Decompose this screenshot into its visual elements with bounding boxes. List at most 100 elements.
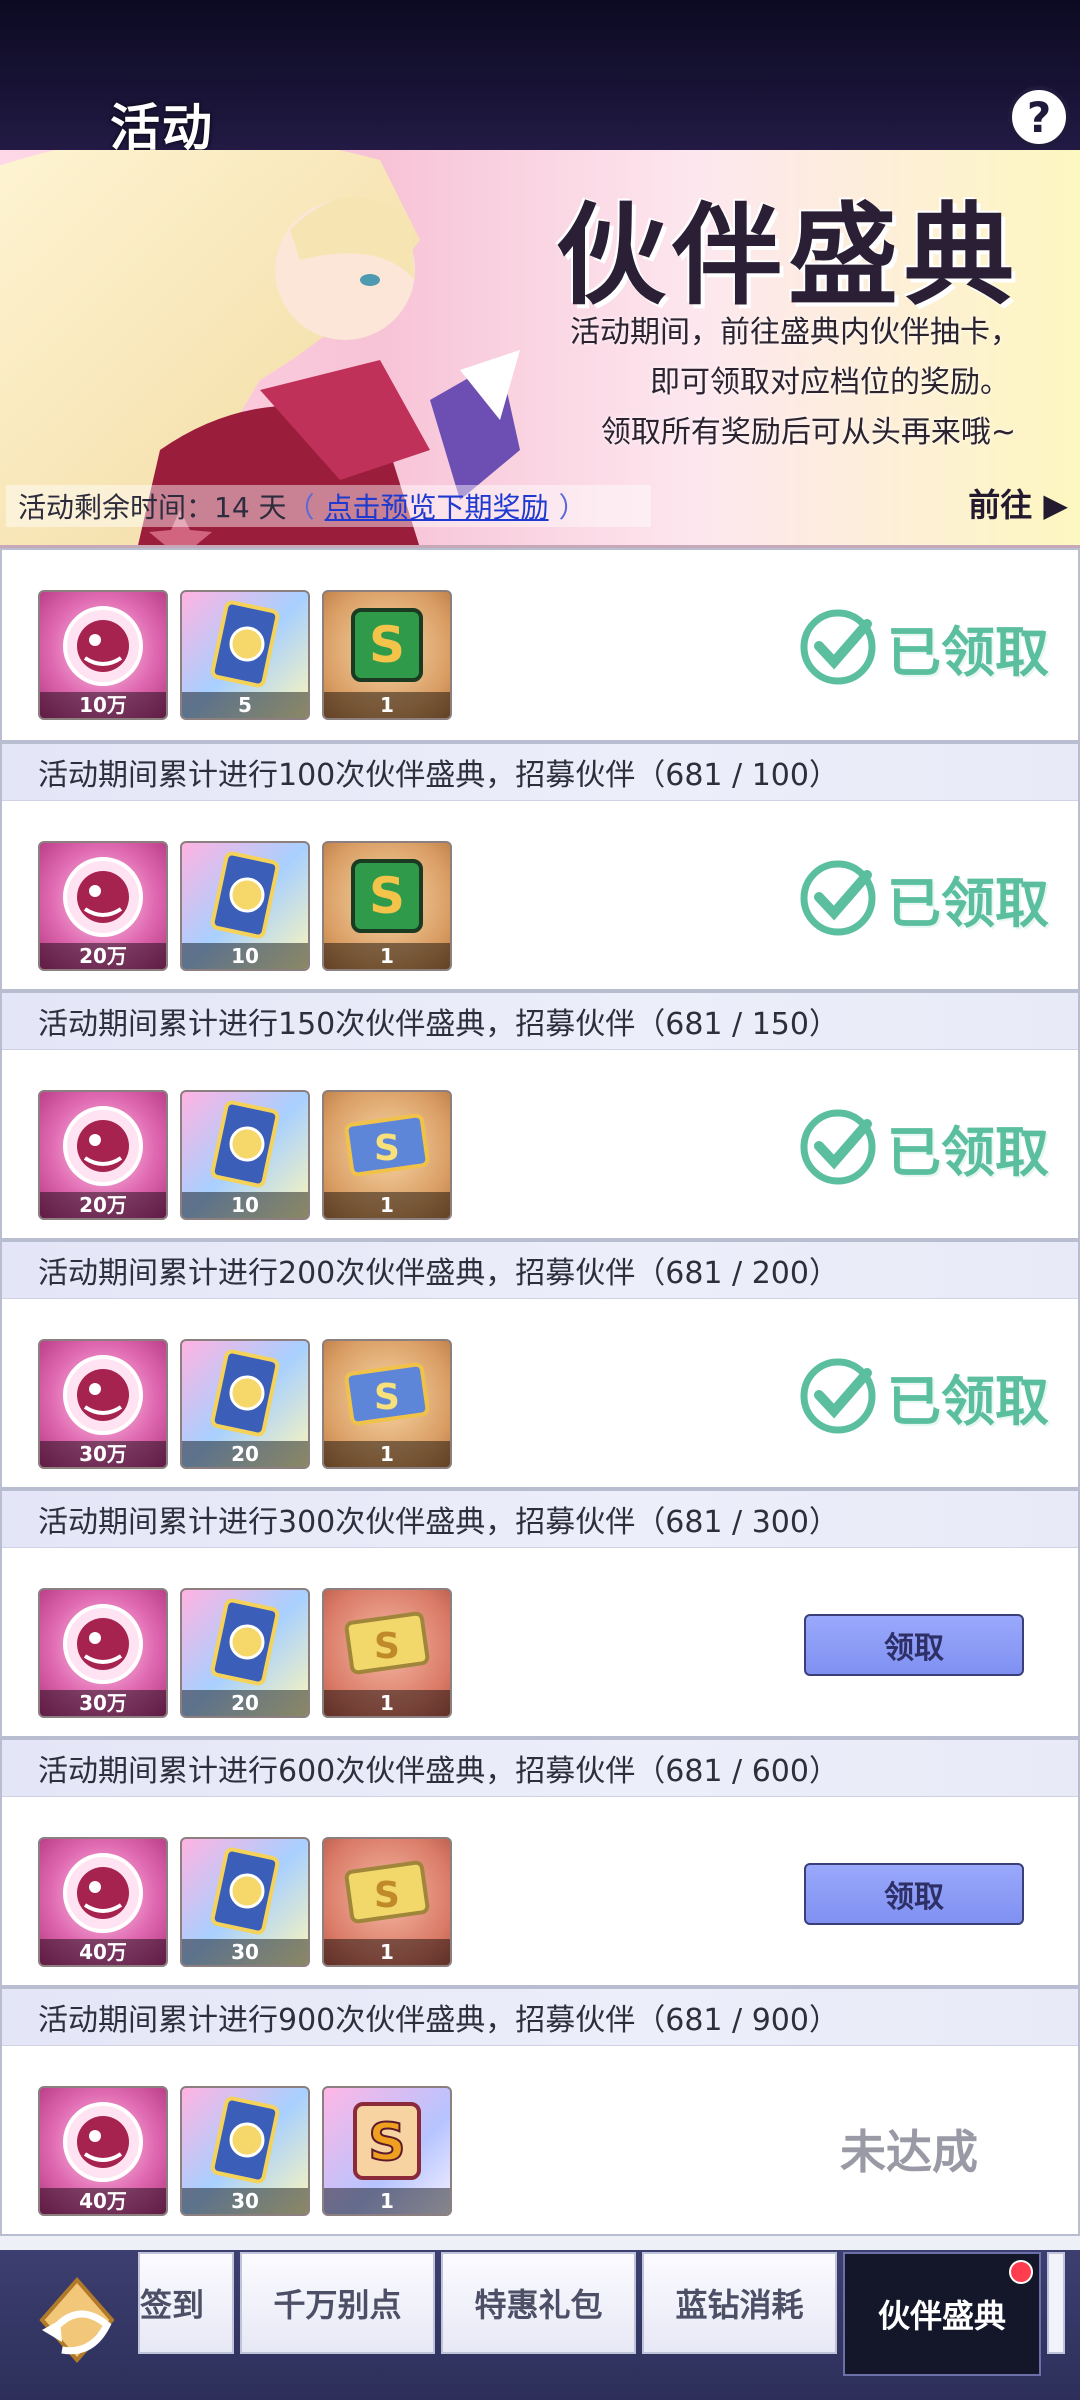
reward-items: 40万 30 S 1 (38, 2086, 452, 2216)
question-icon[interactable]: ? (1008, 86, 1070, 148)
tab-dont-click[interactable]: 千万别点 (240, 2252, 435, 2354)
tier-body: 40万 30 S 1 领取 (2, 1797, 1078, 1985)
reward-item[interactable]: 30万 (38, 1339, 168, 1469)
reward-items: 40万 30 S 1 (38, 1837, 452, 1967)
reward-item[interactable]: S1 (322, 590, 452, 720)
tab-overflow-edge (1047, 2252, 1065, 2354)
reward-item[interactable]: 20 (180, 1588, 310, 1718)
reward-item[interactable]: 30万 (38, 1588, 168, 1718)
reward-quantity: 30 (182, 1939, 308, 1965)
reward-item[interactable]: 20 (180, 1339, 310, 1469)
reward-item[interactable]: S1 (322, 841, 452, 971)
reward-item[interactable]: S1 (322, 1837, 452, 1967)
chevron-right-icon: ▶ (1043, 486, 1068, 524)
back-arrow-icon[interactable] (22, 2270, 132, 2380)
reward-item[interactable]: 40万 (38, 2086, 168, 2216)
notification-dot (1009, 2260, 1033, 2284)
reward-quantity: 20万 (40, 1192, 166, 1218)
reward-tier-card: 10万 5 S 1 已领取 (0, 548, 1080, 742)
tab-sign-in[interactable]: 签到 (138, 2252, 234, 2354)
reward-tier-card: 活动期间累计进行900次伙伴盛典，招募伙伴（681 / 900） 40万 30 S 1 未… (0, 1987, 1080, 2236)
banner-title: 伙伴盛典 (556, 192, 1020, 320)
tab-label: 签到 (140, 2286, 205, 2324)
banner-desc-line-2: 即可领取对应档位的奖励。 (650, 365, 1010, 400)
reward-quantity: 5 (182, 692, 308, 718)
claimed-label: 已领取 (887, 871, 1049, 935)
reward-list[interactable]: 10万 5 S 1 已领取 活动期间累计进行100次伙伴盛典，招募伙伴（681 / 100… (0, 548, 1080, 2236)
reward-tier-card: 活动期间累计进行100次伙伴盛典，招募伙伴（681 / 100） 20万 10 S 1 已… (0, 742, 1080, 991)
reward-items: 30万 20 S 1 (38, 1339, 452, 1469)
svg-text:S: S (374, 1626, 400, 1667)
tier-body: 30万 20 S 1 领取 (2, 1548, 1078, 1736)
claim-button[interactable]: 领取 (804, 1614, 1024, 1676)
reward-quantity: 1 (324, 943, 450, 969)
countdown-bar: 活动剩余时间：14 天 （ 点击预览下期奖励 ） (6, 485, 651, 527)
reward-quantity: 1 (324, 692, 450, 718)
tier-body: 20万 10 S 1 已领取 (2, 1050, 1078, 1238)
claim-button[interactable]: 领取 (804, 1863, 1024, 1925)
reward-tier-card: 活动期间累计进行600次伙伴盛典，招募伙伴（681 / 600） 40万 30 S 1 领… (0, 1738, 1080, 1987)
claimed-status: 已领取 (797, 606, 1049, 688)
reward-quantity: 1 (324, 1192, 450, 1218)
tab-blue-diamond[interactable]: 蓝钻消耗 (642, 2252, 837, 2354)
claimed-label: 已领取 (887, 1369, 1049, 1433)
svg-text:S: S (374, 1875, 400, 1916)
reward-quantity: 1 (324, 2188, 450, 2214)
reward-item[interactable]: S1 (322, 1090, 452, 1220)
claimed-label: 已领取 (887, 620, 1049, 684)
paren-open: （ (286, 491, 315, 524)
reward-quantity: 10 (182, 1192, 308, 1218)
claimed-status: 已领取 (797, 1355, 1049, 1437)
tab-label: 特惠礼包 (474, 2286, 603, 2324)
tier-requirement-header: 活动期间累计进行600次伙伴盛典，招募伙伴（681 / 600） (2, 1740, 1078, 1797)
bottom-nav: 签到 千万别点 特惠礼包 蓝钻消耗 伙伴盛典 (0, 2250, 1080, 2400)
tier-body: 40万 30 S 1 未达成 (2, 2046, 1078, 2234)
tier-requirement-header: 活动期间累计进行100次伙伴盛典，招募伙伴（681 / 100） (2, 744, 1078, 801)
reward-item[interactable]: 20万 (38, 841, 168, 971)
reward-item[interactable]: 30 (180, 1837, 310, 1967)
tier-body: 30万 20 S 1 已领取 (2, 1299, 1078, 1487)
banner-desc-line-3: 领取所有奖励后可从头再来哦~ (600, 415, 1016, 450)
tier-requirement-header: 活动期间累计进行150次伙伴盛典，招募伙伴（681 / 150） (2, 993, 1078, 1050)
tab-special-gift[interactable]: 特惠礼包 (441, 2252, 636, 2354)
tab-label: 伙伴盛典 (877, 2297, 1006, 2335)
svg-text:S: S (369, 867, 405, 925)
reward-tier-card: 活动期间累计进行300次伙伴盛典，招募伙伴（681 / 300） 30万 20 S 1 领… (0, 1489, 1080, 1738)
claimed-status: 已领取 (797, 1106, 1049, 1188)
reward-quantity: 10 (182, 943, 308, 969)
claimed-status: 已领取 (797, 857, 1049, 939)
svg-text:S: S (374, 1128, 400, 1169)
reward-item[interactable]: S1 (322, 2086, 452, 2216)
reward-item[interactable]: 10万 (38, 590, 168, 720)
preview-next-rewards-link[interactable]: 点击预览下期奖励 (325, 486, 549, 526)
claimed-label: 已领取 (887, 1120, 1049, 1184)
reward-quantity: 30万 (40, 1441, 166, 1467)
help-label: ? (1026, 92, 1052, 142)
reward-item[interactable]: 40万 (38, 1837, 168, 1967)
goto-button[interactable]: 前往 ▶ (968, 480, 1068, 526)
top-bar: 活动 ? (0, 0, 1080, 157)
reward-items: 10万 5 S 1 (38, 590, 452, 720)
tier-body: 10万 5 S 1 已领取 (2, 550, 1078, 740)
reward-item[interactable]: 30 (180, 2086, 310, 2216)
reward-quantity: 10万 (40, 692, 166, 718)
tier-requirement-header: 活动期间累计进行300次伙伴盛典，招募伙伴（681 / 300） (2, 1491, 1078, 1548)
reward-quantity: 40万 (40, 1939, 166, 1965)
reward-item[interactable]: S1 (322, 1588, 452, 1718)
reward-item[interactable]: 10 (180, 1090, 310, 1220)
reward-tier-card: 活动期间累计进行200次伙伴盛典，招募伙伴（681 / 200） 30万 20 S 1 已… (0, 1240, 1080, 1489)
goto-label: 前往 (968, 486, 1033, 524)
reward-quantity: 1 (324, 1690, 450, 1716)
tab-partner-festival[interactable]: 伙伴盛典 (843, 2252, 1041, 2376)
not-achieved-label: 未达成 (840, 2125, 978, 2179)
reward-quantity: 1 (324, 1939, 450, 1965)
reward-item[interactable]: 5 (180, 590, 310, 720)
reward-quantity: 20 (182, 1690, 308, 1716)
reward-item[interactable]: S1 (322, 1339, 452, 1469)
tab-label: 蓝钻消耗 (675, 2286, 804, 2324)
reward-items: 20万 10 S 1 (38, 1090, 452, 1220)
tier-requirement-header: 活动期间累计进行200次伙伴盛典，招募伙伴（681 / 200） (2, 1242, 1078, 1299)
reward-quantity: 1 (324, 1441, 450, 1467)
reward-item[interactable]: 20万 (38, 1090, 168, 1220)
reward-item[interactable]: 10 (180, 841, 310, 971)
